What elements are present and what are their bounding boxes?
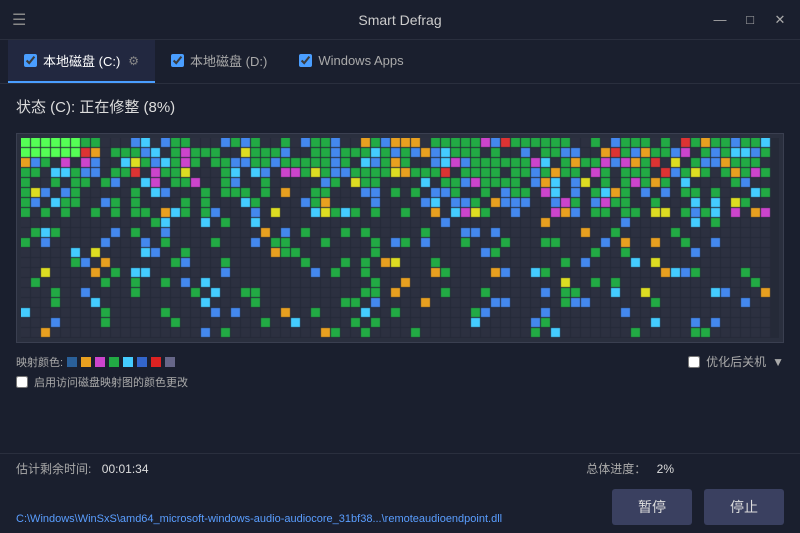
title-bar-left: ☰ bbox=[12, 10, 26, 30]
color-change-label: 启用访问磁盘映射图的颜色更改 bbox=[34, 374, 188, 390]
optimize-checkbox[interactable] bbox=[688, 356, 700, 368]
tabs-bar: 本地磁盘 (C:) ⚙ 本地磁盘 (D:) Windows Apps bbox=[0, 40, 800, 84]
gear-icon[interactable]: ⚙ bbox=[128, 54, 139, 68]
dropdown-icon[interactable]: ▼ bbox=[772, 355, 784, 369]
tab-c[interactable]: 本地磁盘 (C:) ⚙ bbox=[8, 40, 155, 83]
current-file-path: C:\Windows\WinSxS\amd64_microsoft-window… bbox=[16, 513, 516, 525]
legend-system bbox=[95, 357, 105, 367]
legend-prefix: 映射颜色: bbox=[16, 354, 63, 370]
stop-button[interactable]: 停止 bbox=[704, 489, 784, 525]
minimize-button[interactable]: — bbox=[712, 12, 728, 27]
app-title: Smart Defrag bbox=[358, 12, 441, 28]
close-button[interactable]: ✕ bbox=[772, 12, 788, 28]
title-bar: ☰ Smart Defrag — □ ✕ bbox=[0, 0, 800, 40]
legend-dir bbox=[137, 357, 147, 367]
action-buttons: 暂停 停止 bbox=[612, 489, 784, 525]
tab-apps[interactable]: Windows Apps bbox=[283, 40, 419, 83]
estimated-value: 00:01:34 bbox=[102, 462, 149, 476]
progress-section: 总体进度： 2% bbox=[586, 460, 674, 478]
estimated-time-section: 估计剩余时间: 00:01:34 bbox=[16, 460, 149, 478]
disk-map bbox=[16, 133, 784, 343]
maximize-button[interactable]: □ bbox=[742, 12, 758, 27]
tab-apps-label: Windows Apps bbox=[318, 53, 403, 68]
tab-d-label: 本地磁盘 (D:) bbox=[190, 51, 267, 70]
progress-label: 总体进度： bbox=[586, 462, 646, 476]
legend-unmovable bbox=[165, 357, 175, 367]
bottom-bar: 估计剩余时间: 00:01:34 总体进度： 2% C:\Windows\Win… bbox=[0, 453, 800, 533]
tab-apps-checkbox[interactable] bbox=[299, 54, 312, 67]
legend-free2 bbox=[123, 357, 133, 367]
legend-err bbox=[151, 357, 161, 367]
disk-map-canvas bbox=[21, 138, 779, 338]
menu-icon[interactable]: ☰ bbox=[12, 10, 26, 30]
tab-c-label: 本地磁盘 (C:) bbox=[43, 51, 120, 70]
optimize-section: 优化后关机 ▼ bbox=[688, 353, 784, 370]
color-change-row: 启用访问磁盘映射图的颜色更改 bbox=[0, 372, 800, 394]
pause-button[interactable]: 暂停 bbox=[612, 489, 692, 525]
legend-fragmented bbox=[81, 357, 91, 367]
window-controls: — □ ✕ bbox=[712, 12, 788, 28]
tab-d[interactable]: 本地磁盘 (D:) bbox=[155, 40, 283, 83]
tab-d-checkbox[interactable] bbox=[171, 54, 184, 67]
bottom-info-row: 估计剩余时间: 00:01:34 总体进度： 2% bbox=[16, 460, 784, 478]
legend-used bbox=[67, 357, 77, 367]
legend-bar: 映射颜色: 优化后关机 ▼ bbox=[0, 347, 800, 372]
optimize-label: 优化后关机 bbox=[706, 353, 766, 370]
tab-c-checkbox[interactable] bbox=[24, 54, 37, 67]
color-change-checkbox[interactable] bbox=[16, 376, 28, 388]
status-text: 状态 (C): 正在修整 (8%) bbox=[16, 99, 175, 116]
estimated-label: 估计剩余时间: bbox=[16, 462, 91, 476]
status-bar: 状态 (C): 正在修整 (8%) bbox=[0, 84, 800, 125]
progress-value: 2% bbox=[657, 462, 674, 476]
legend-free1 bbox=[109, 357, 119, 367]
